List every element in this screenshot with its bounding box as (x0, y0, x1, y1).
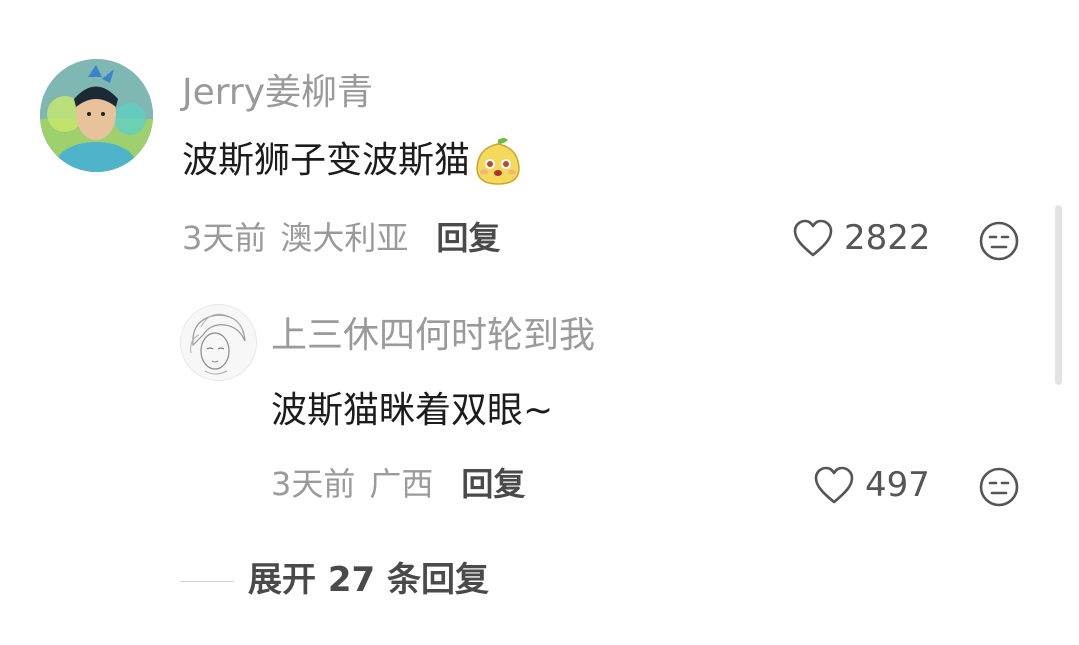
dislike-button[interactable] (978, 220, 1020, 262)
reply-to-reply-button[interactable]: 回复 (461, 468, 525, 500)
avatar-image (40, 59, 153, 172)
avatar-image (181, 305, 256, 380)
like-button[interactable]: 2822 (792, 218, 931, 258)
comment-location: 澳大利亚 (280, 219, 409, 257)
reply-like-count: 497 (865, 465, 930, 505)
reply-dislike-button[interactable] (978, 466, 1020, 508)
commenter-username[interactable]: Jerry姜柳青 (182, 75, 373, 111)
expand-divider (180, 581, 234, 582)
meh-face-icon (978, 466, 1020, 508)
reply-location: 广西 (369, 465, 434, 503)
avatar-replier[interactable] (180, 304, 257, 381)
comment-body: 波斯狮子变波斯猫 (182, 136, 522, 186)
heart-icon (792, 218, 834, 258)
pear-emoji-icon (474, 136, 522, 186)
reply-like-button[interactable]: 497 (813, 465, 930, 505)
reply-text: 波斯猫眯着双眼~ (271, 390, 554, 431)
like-count: 2822 (844, 218, 931, 258)
comment-text: 波斯狮子变波斯猫 (182, 140, 471, 181)
comment-time: 3天前 (182, 219, 267, 257)
expand-replies-button[interactable]: 展开 27 条回复 (248, 563, 489, 597)
reply-meta: 3天前 广西 回复 (271, 468, 525, 500)
scrollbar-thumb[interactable] (1055, 205, 1062, 385)
reply-button[interactable]: 回复 (436, 222, 500, 254)
avatar-commenter[interactable] (40, 59, 153, 172)
replier-username[interactable]: 上三休四何时轮到我 (271, 318, 595, 354)
reply-time: 3天前 (271, 465, 356, 503)
heart-icon (813, 465, 855, 505)
comment-meta: 3天前 澳大利亚 回复 (182, 222, 500, 254)
meh-face-icon (978, 220, 1020, 262)
